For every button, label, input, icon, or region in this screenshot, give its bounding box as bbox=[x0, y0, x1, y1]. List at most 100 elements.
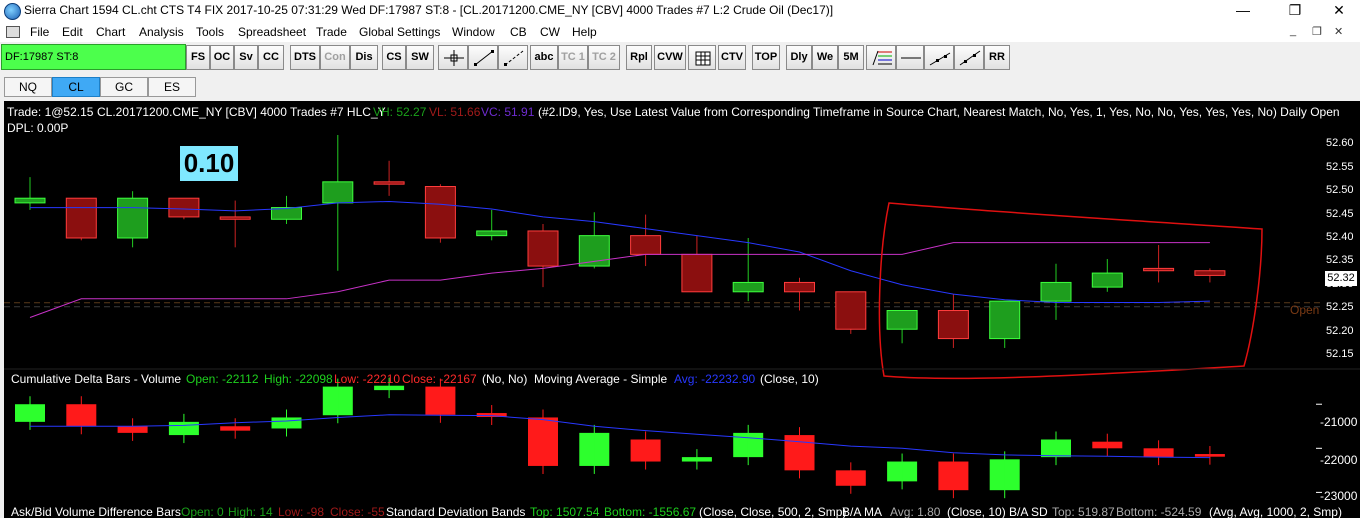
candle-body bbox=[322, 181, 354, 204]
ma-avg: Avg: -22232.90 bbox=[674, 372, 756, 386]
dpl-label: DPL: 0.00P bbox=[7, 121, 69, 135]
ray-tool-icon bbox=[504, 50, 524, 66]
line-tool-button[interactable] bbox=[468, 45, 498, 70]
window-title: Sierra Chart 1594 CL.cht CTS T4 FIX 2017… bbox=[24, 3, 834, 17]
dly-button[interactable]: Dly bbox=[786, 45, 812, 70]
oc-button[interactable]: OC bbox=[210, 45, 234, 70]
candle-body bbox=[424, 186, 456, 239]
text-tool-button[interactable]: abc bbox=[530, 45, 558, 70]
candle-body bbox=[168, 197, 200, 218]
current-price-marker: 52.32 bbox=[1325, 271, 1357, 286]
menu-trade[interactable]: Trade bbox=[316, 25, 347, 39]
cvw-button[interactable]: CVW bbox=[654, 45, 686, 70]
price-scale-label: 52.15 bbox=[1326, 347, 1354, 360]
vc-label: VC: 51.91 bbox=[481, 105, 535, 119]
menu-chart[interactable]: Chart bbox=[96, 25, 125, 39]
rpl-button[interactable]: Rpl bbox=[626, 45, 652, 70]
channel-tool-button[interactable] bbox=[924, 45, 954, 70]
menu-edit[interactable]: Edit bbox=[62, 25, 83, 39]
price-scale-label: 52.20 bbox=[1326, 324, 1354, 337]
crosshair-icon bbox=[444, 50, 464, 66]
candle-body bbox=[630, 235, 662, 255]
menu-tools[interactable]: Tools bbox=[196, 25, 224, 39]
delta-scale-label-1: -21000 bbox=[1320, 415, 1358, 429]
daily-open-label: Open bbox=[1290, 303, 1320, 317]
sv-button[interactable]: Sv bbox=[234, 45, 258, 70]
menu-cb[interactable]: CB bbox=[510, 25, 527, 39]
chart-window-icon[interactable] bbox=[6, 26, 20, 38]
horizontal-line-button[interactable] bbox=[896, 45, 924, 70]
ray-tool-button[interactable] bbox=[498, 45, 528, 70]
fs-button[interactable]: FS bbox=[186, 45, 210, 70]
mdi-restore-button[interactable]: ❐ bbox=[1312, 25, 1322, 38]
title-bar: Sierra Chart 1594 CL.cht CTS T4 FIX 2017… bbox=[0, 0, 1360, 22]
close-button[interactable]: ✕ bbox=[1316, 0, 1360, 22]
vl-label: VL: 51.66 bbox=[429, 105, 481, 119]
delta-low: Low: -22210 bbox=[334, 372, 401, 386]
sd-params: (Close, Close, 500, 2, Smp) bbox=[699, 505, 847, 518]
fib-tool-button[interactable] bbox=[866, 45, 896, 70]
dis-button[interactable]: Dis bbox=[350, 45, 378, 70]
tab-cl[interactable]: CL bbox=[52, 77, 100, 97]
dts-button[interactable]: DTS bbox=[290, 45, 320, 70]
menu-window[interactable]: Window bbox=[452, 25, 495, 39]
con-button[interactable]: Con bbox=[320, 45, 350, 70]
ba-sd-bottom: Bottom: -524.59 bbox=[1116, 505, 1202, 518]
5m-button[interactable]: 5M bbox=[838, 45, 864, 70]
minimize-button[interactable]: — bbox=[1220, 0, 1266, 22]
tc1-button[interactable]: TC 1 bbox=[558, 45, 588, 70]
restore-button[interactable]: ❐ bbox=[1272, 0, 1318, 22]
askbid-close: Close: -55 bbox=[330, 505, 385, 518]
crosshair-tool-button[interactable] bbox=[438, 45, 468, 70]
delta-high: High: -22098 bbox=[264, 372, 333, 386]
chart-area[interactable]: Trade: 1@52.15 CL.20171200.CME_NY [CBV] … bbox=[4, 101, 1360, 518]
ctv-button[interactable]: CTV bbox=[718, 45, 746, 70]
candle-body bbox=[527, 230, 559, 267]
price-scale-label: 52.40 bbox=[1326, 230, 1354, 243]
tab-nq[interactable]: NQ bbox=[4, 77, 52, 97]
extended-line-button[interactable] bbox=[954, 45, 984, 70]
menu-help[interactable]: Help bbox=[572, 25, 597, 39]
status-field[interactable]: DF:17987 ST:8 bbox=[1, 44, 186, 70]
menu-spreadsheet[interactable]: Spreadsheet bbox=[238, 25, 306, 39]
sw-button[interactable]: SW bbox=[406, 45, 434, 70]
ba-sd-name: B/A SD bbox=[1009, 505, 1048, 518]
tab-es[interactable]: ES bbox=[148, 77, 196, 97]
delta-close: Close: -22167 bbox=[402, 372, 477, 386]
candle-body bbox=[784, 281, 815, 293]
menu-global-settings[interactable]: Global Settings bbox=[359, 25, 440, 39]
delta-open: Open: -22112 bbox=[186, 372, 259, 386]
tab-gc[interactable]: GC bbox=[100, 77, 148, 97]
tc2-button[interactable]: TC 2 bbox=[588, 45, 620, 70]
top-button[interactable]: TOP bbox=[752, 45, 780, 70]
askbid-low: Low: -98 bbox=[278, 505, 325, 518]
menu-analysis[interactable]: Analysis bbox=[139, 25, 184, 39]
channel-icon bbox=[929, 52, 951, 66]
candle-body bbox=[1143, 267, 1175, 272]
candle-body bbox=[117, 197, 149, 239]
cs-button[interactable]: CS bbox=[382, 45, 406, 70]
fibonacci-icon bbox=[872, 50, 892, 66]
line-tool-icon bbox=[474, 50, 494, 66]
menu-file[interactable]: File bbox=[30, 25, 49, 39]
menu-cw[interactable]: CW bbox=[540, 25, 560, 39]
app-icon bbox=[4, 3, 21, 20]
candle-body bbox=[219, 216, 251, 220]
menu-bar: File Edit Chart Analysis Tools Spreadshe… bbox=[0, 22, 1360, 42]
price-box-annotation[interactable]: 0.10 bbox=[180, 146, 238, 181]
trade-window-button[interactable] bbox=[688, 45, 716, 70]
askbid-open: Open: 0 bbox=[181, 505, 224, 518]
mdi-minimize-button[interactable]: _ bbox=[1290, 25, 1296, 37]
askbid-study-name: Ask/Bid Volume Difference Bars bbox=[11, 505, 181, 518]
we-button[interactable]: We bbox=[812, 45, 838, 70]
symbol-label: CL.20171200.CME_NY [CBV] 4000 Trades #7 … bbox=[97, 105, 386, 119]
daily-open-study-line bbox=[29, 242, 1210, 318]
rr-button[interactable]: RR bbox=[984, 45, 1010, 70]
mdi-close-button[interactable]: ✕ bbox=[1334, 25, 1343, 38]
cc-button[interactable]: CC bbox=[258, 45, 284, 70]
price-scale-label: 52.50 bbox=[1326, 184, 1354, 197]
sd-top: Top: 1507.54 bbox=[530, 505, 600, 518]
vh-label: VH: 52.27 bbox=[373, 105, 427, 119]
chartbook-tabs: NQ CL GC ES bbox=[0, 76, 1360, 98]
candle-body bbox=[476, 230, 508, 237]
